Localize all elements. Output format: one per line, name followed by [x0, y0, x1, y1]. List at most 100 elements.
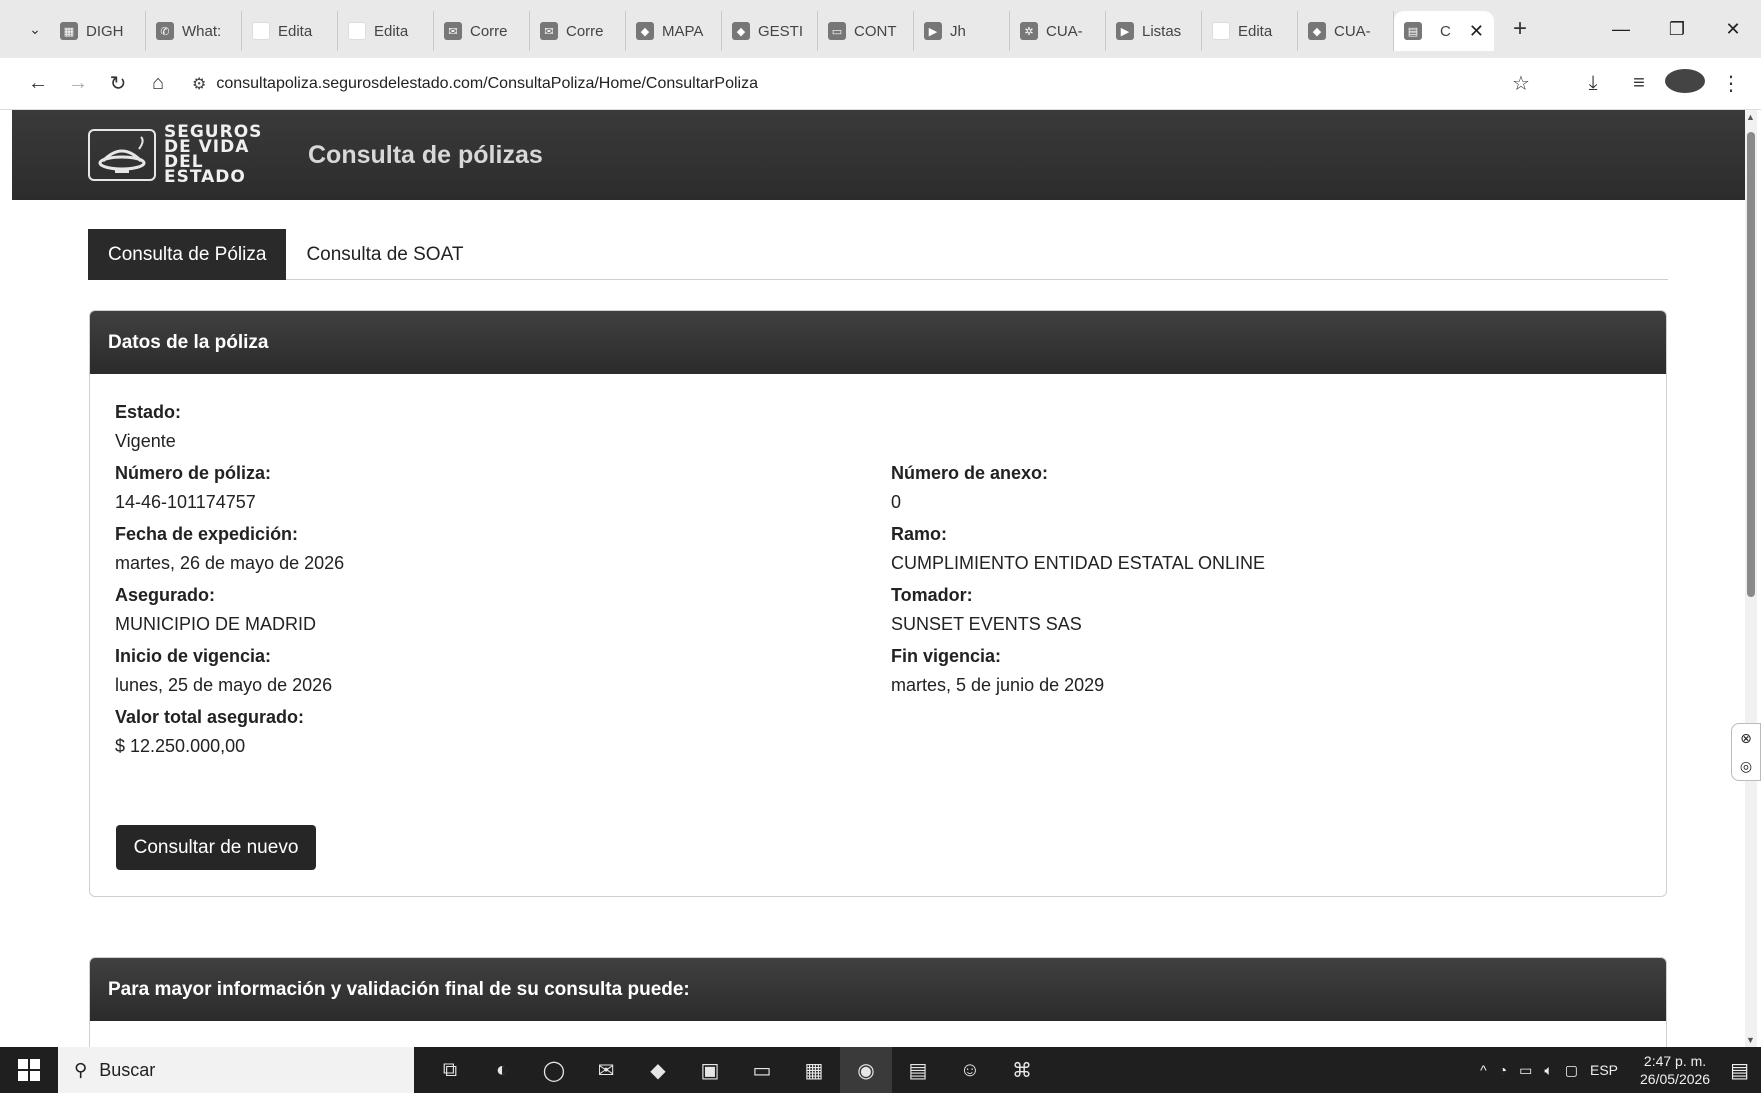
field-numero-poliza: Número de póliza: 14-46-101174757	[115, 459, 271, 517]
network-icon[interactable]: ◔	[1499, 1062, 1507, 1078]
taskbar-search-box[interactable]: ⚲ Buscar	[58, 1047, 414, 1093]
browser-tab[interactable]: Edita	[242, 11, 338, 51]
close-tab-icon[interactable]: ✕	[1469, 21, 1484, 42]
word-icon[interactable]: ▤	[892, 1047, 944, 1093]
field-label: Inicio de vigencia:	[115, 646, 272, 666]
browser-tab-label: What:	[182, 22, 222, 40]
browser-tab[interactable]: Edita	[1202, 11, 1298, 51]
store-icon[interactable]: ▣	[684, 1047, 736, 1093]
show-hidden-icons-icon[interactable]: ^	[1480, 1062, 1487, 1078]
browser-tab[interactable]: ✉ Corre	[530, 11, 626, 51]
bookmark-star-icon[interactable]: ☆	[1501, 71, 1541, 96]
windows-start-icon[interactable]	[0, 1047, 58, 1093]
notifications-icon[interactable]: ▤	[1730, 1058, 1749, 1083]
scroll-down-icon[interactable]: ▼	[1746, 1035, 1755, 1045]
browser-tab-label: Edita	[278, 22, 313, 40]
back-arrow-icon[interactable]: ←	[18, 64, 58, 104]
mail-app-icon[interactable]: ✉	[580, 1047, 632, 1093]
chatgpt-icon: ✲	[1020, 22, 1038, 40]
browser-tab-label: Jh	[950, 22, 966, 40]
file-explorer-icon[interactable]: ▭	[736, 1047, 788, 1093]
browser-tab[interactable]: ◆ GESTI	[722, 11, 818, 51]
profile-avatar[interactable]	[1665, 68, 1705, 99]
field-ramo: Ramo: CUMPLIMIENTO ENTIDAD ESTATAL ONLIN…	[891, 520, 1265, 578]
slides-icon: ▭	[828, 22, 846, 40]
browser-tab[interactable]: ▦ DIGH	[50, 11, 146, 51]
site-header: SEGUROS DE VIDA DEL ESTADO Consulta de p…	[12, 110, 1746, 200]
browser-toolbar: ← → ↻ ⌂ ⚙ consultapoliza.segurosdelestad…	[0, 58, 1761, 110]
home-icon[interactable]: ⌂	[138, 64, 178, 104]
browser-tab-active[interactable]: ▤ C ✕	[1394, 11, 1494, 51]
browser-tab[interactable]: ▶ Listas	[1106, 11, 1202, 51]
tab-list: ▦ DIGH ✆ What: Edita Edita ✉ Corre ✉ Corre ◆ MAPA ◆ G…	[50, 7, 1394, 51]
blank-page-icon	[1212, 22, 1230, 40]
site-settings-icon[interactable]: ⚙	[192, 74, 206, 94]
clock[interactable]: 2:47 p. m. 26/05/2026	[1640, 1052, 1710, 1088]
blank-page-icon	[252, 22, 270, 40]
chrome-icon[interactable]: ◉	[840, 1047, 892, 1093]
field-value: 14-46-101174757	[115, 492, 256, 512]
forward-arrow-icon[interactable]: →	[58, 64, 98, 104]
youtube-icon: ▶	[1116, 22, 1134, 40]
app-launcher-icon[interactable]: ◆	[632, 1047, 684, 1093]
app-icon: ◆	[1308, 22, 1326, 40]
close-circle-icon[interactable]: ⊗	[1740, 730, 1752, 747]
close-window-icon[interactable]: ✕	[1705, 19, 1761, 40]
globe-icon[interactable]: ◎	[1740, 758, 1752, 775]
scrollbar-thumb[interactable]	[1747, 132, 1755, 597]
new-tab-button[interactable]: +	[1502, 11, 1538, 47]
scroll-up-icon[interactable]: ▲	[1746, 112, 1755, 122]
teams-icon[interactable]: ☺	[944, 1047, 996, 1093]
field-estado: Estado: Vigente	[115, 398, 181, 456]
field-tomador: Tomador: SUNSET EVENTS SAS	[891, 581, 1082, 639]
reading-list-icon[interactable]: ≡	[1619, 72, 1659, 95]
browser-menu-icon[interactable]: ⋮	[1711, 71, 1751, 96]
excel-icon[interactable]: ▦	[788, 1047, 840, 1093]
url-text[interactable]: consultapoliza.segurosdelestado.com/Cons…	[216, 75, 758, 93]
clock-date: 26/05/2026	[1640, 1071, 1711, 1087]
browser-tab-label: CUA-	[1046, 22, 1083, 40]
edge-icon[interactable]: ◐	[476, 1047, 528, 1093]
page-viewport: SEGUROS DE VIDA DEL ESTADO Consulta de p…	[12, 110, 1746, 1047]
opera-icon[interactable]: ◯	[528, 1047, 580, 1093]
system-tray: ^ ◔ ▭ 🔈︎ ▢ ESP 2:47 p. m. 26/05/2026 ▤	[1480, 1047, 1761, 1093]
browser-tab[interactable]: ✲ CUA-	[1010, 11, 1106, 51]
display-icon[interactable]: ▢	[1565, 1062, 1578, 1079]
field-value: martes, 5 de junio de 2029	[891, 675, 1105, 695]
app-icon: ◆	[732, 22, 750, 40]
battery-icon[interactable]: ▭	[1519, 1062, 1532, 1079]
restore-icon[interactable]: ❐	[1649, 19, 1705, 40]
browser-tab[interactable]: ▶ Jh	[914, 11, 1010, 51]
field-value: MUNICIPIO DE MADRID	[115, 614, 317, 634]
browser-tab[interactable]: ◆ CUA-	[1298, 11, 1394, 51]
volume-icon[interactable]: 🔈︎	[1544, 1062, 1552, 1079]
field-label: Ramo:	[891, 524, 948, 544]
lamp-logo-icon	[88, 129, 156, 181]
browser-tab[interactable]: ✆ What:	[146, 11, 242, 51]
acrobat-icon[interactable]: ⌘	[996, 1047, 1048, 1093]
browser-tab[interactable]: ✉ Corre	[434, 11, 530, 51]
task-view-icon[interactable]: ⧉	[424, 1047, 476, 1093]
spreadsheet-icon: ▦	[60, 22, 78, 40]
card-title: Datos de la póliza	[90, 311, 1666, 374]
taskbar: ⚲ Buscar ⧉ ◐ ◯ ✉ ◆ ▣ ▭ ▦ ◉ ▤ ☺ ⌘ ^ ◔ ▭ 🔈…	[0, 1047, 1761, 1093]
browser-tab-active-label: C	[1440, 22, 1451, 40]
reload-icon[interactable]: ↻	[98, 64, 138, 104]
language-indicator[interactable]: ESP	[1590, 1062, 1618, 1078]
tab-search-chevron-icon[interactable]: ⌄	[20, 14, 50, 44]
youtube-icon: ▶	[924, 22, 942, 40]
download-icon[interactable]: ⤓	[1573, 72, 1613, 95]
browser-tab[interactable]: ▭ CONT	[818, 11, 914, 51]
browser-tab[interactable]: Edita	[338, 11, 434, 51]
minimize-icon[interactable]: —	[1593, 19, 1649, 40]
browser-tab[interactable]: ◆ MAPA	[626, 11, 722, 51]
field-fecha-expedicion: Fecha de expedición: martes, 26 de mayo …	[115, 520, 344, 578]
tab-consulta-soat[interactable]: Consulta de SOAT	[286, 229, 483, 280]
field-value: 0	[891, 492, 902, 512]
consultar-de-nuevo-button[interactable]: Consultar de nuevo	[116, 825, 316, 870]
address-bar[interactable]: ⚙ consultapoliza.segurosdelestado.com/Co…	[192, 64, 1501, 104]
field-label: Fecha de expedición:	[115, 524, 299, 544]
tab-consulta-poliza[interactable]: Consulta de Póliza	[88, 229, 287, 280]
page-scrollbar[interactable]: ▲ ▼	[1745, 110, 1757, 1047]
field-inicio-vigencia: Inicio de vigencia: lunes, 25 de mayo de…	[115, 642, 332, 700]
